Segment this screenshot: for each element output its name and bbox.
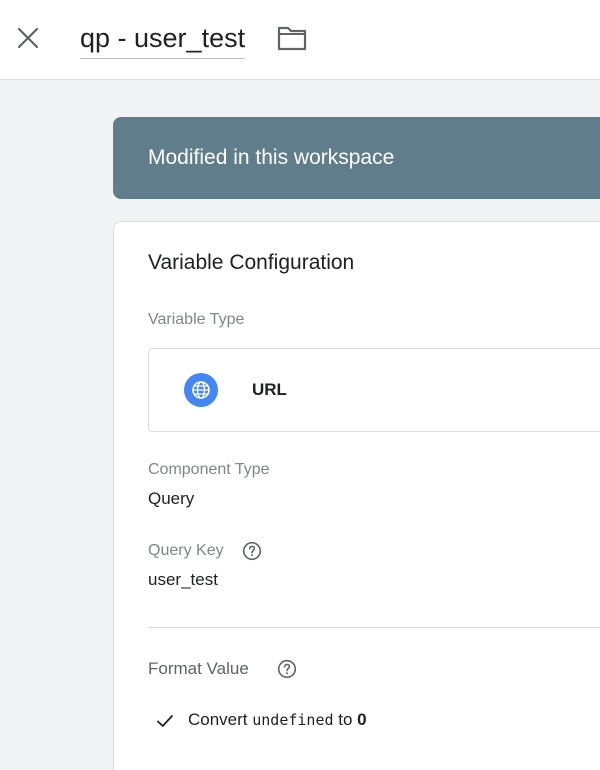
card-title: Variable Configuration: [148, 251, 355, 274]
query-key-label: Query Key: [148, 542, 224, 559]
variable-type-label: Variable Type: [148, 311, 245, 328]
convert-value: 0: [357, 710, 367, 729]
close-button[interactable]: [12, 22, 44, 54]
query-key-help-icon[interactable]: [242, 541, 262, 561]
convert-code: undefined: [252, 711, 334, 729]
convert-prefix: Convert: [188, 710, 253, 729]
query-key-value: user_test: [148, 570, 218, 589]
header-bar: qp - user_test: [0, 0, 600, 80]
check-icon: [156, 712, 174, 730]
globe-icon: [184, 373, 218, 407]
variable-type-name: URL: [252, 380, 287, 399]
variable-type-selector[interactable]: URL: [148, 348, 600, 432]
banner-text: Modified in this workspace: [148, 146, 395, 169]
convert-middle: to: [333, 710, 358, 729]
format-value-label: Format Value: [148, 659, 249, 678]
component-type-label: Component Type: [148, 461, 270, 478]
close-icon: [17, 27, 39, 49]
modified-banner: Modified in this workspace: [113, 117, 600, 199]
folder-icon: [277, 26, 307, 51]
variable-name-field[interactable]: qp - user_test: [80, 20, 246, 59]
section-divider: [148, 627, 600, 628]
folder-button[interactable]: [276, 24, 308, 52]
component-type-value: Query: [148, 489, 195, 508]
variable-editor-page: qp - user_test Modified in this workspac…: [0, 0, 600, 770]
variable-configuration-card: Variable Configuration Variable Type URL…: [113, 221, 600, 770]
convert-undefined-option: Convert undefined to 0: [188, 709, 367, 731]
format-value-help-icon[interactable]: [277, 659, 297, 679]
